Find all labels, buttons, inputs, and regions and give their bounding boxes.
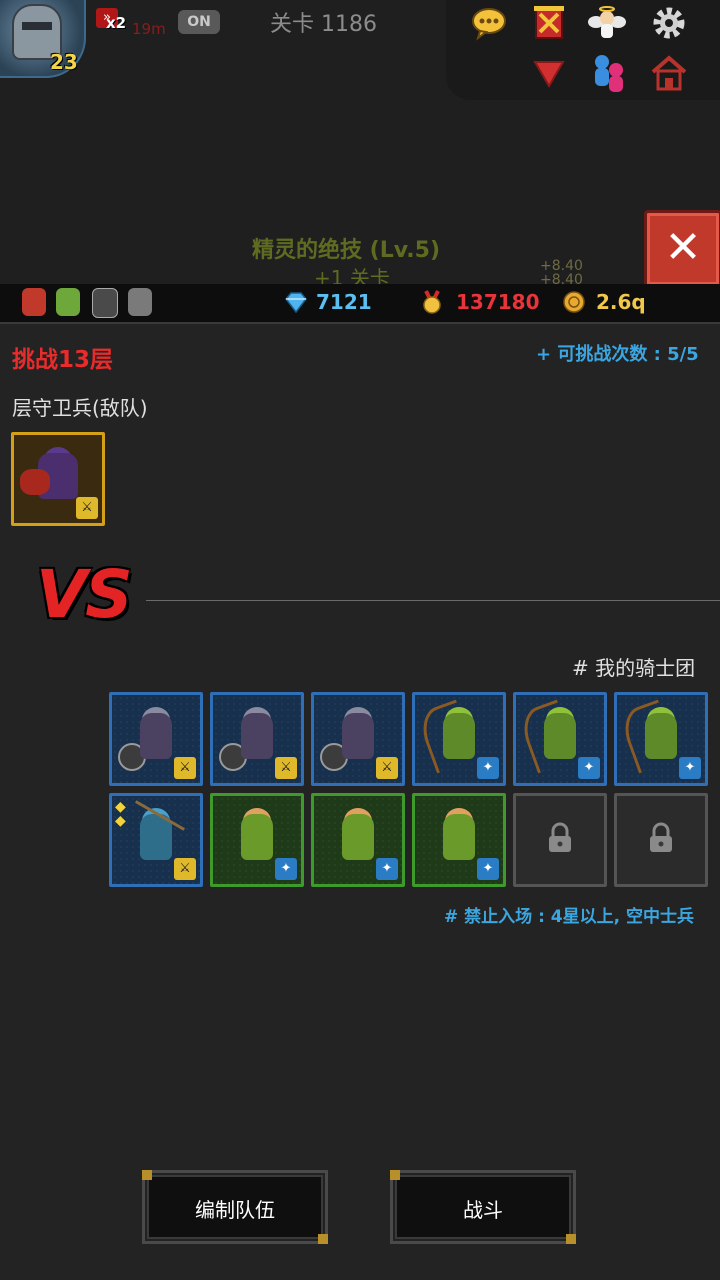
unit-body <box>544 713 576 759</box>
team-unit-card[interactable]: ⚔ <box>210 692 304 786</box>
speed-multiplier: x2 <box>106 14 127 32</box>
house-icon[interactable] <box>650 54 688 92</box>
visor <box>22 22 52 30</box>
speed-timer: 19m <box>132 20 166 38</box>
edit-team-button[interactable]: 编制队伍 <box>142 1170 328 1244</box>
gold-coin-icon <box>562 290 586 314</box>
unit-body <box>645 713 677 759</box>
sword-badge-icon: ⚔ <box>376 757 398 779</box>
enemy-unit-card[interactable]: ⚔ <box>11 432 105 526</box>
stage-title: 关卡 1186 <box>270 12 377 37</box>
challenge-floor-title: 挑战13层 <box>12 347 114 373</box>
auto-toggle[interactable]: ON <box>178 10 220 34</box>
unit-body <box>241 713 273 759</box>
gold-count: 2.6q <box>596 290 646 314</box>
unit-body <box>342 713 374 759</box>
team-unit-card[interactable]: ⚔ <box>311 692 405 786</box>
resource-bar: 7121 137180 2.6q <box>0 284 720 324</box>
team-unit-card[interactable]: ⚔ <box>109 692 203 786</box>
unit-body <box>443 713 475 759</box>
corner-ornament <box>566 1234 576 1244</box>
team-unit-card[interactable]: ✦ <box>513 692 607 786</box>
battle-label: 战斗 <box>463 1198 503 1222</box>
dropdown-arrow-icon[interactable] <box>530 54 568 92</box>
unit-body <box>342 814 374 860</box>
skill-announcement: 精灵的绝技 (Lv.5) <box>252 238 440 263</box>
party-member-icon <box>128 288 152 316</box>
team-unit-card[interactable]: ✦ <box>614 692 708 786</box>
corner-ornament <box>390 1170 400 1180</box>
staff-badge-icon: ✦ <box>578 757 600 779</box>
locked-slot[interactable] <box>614 793 708 887</box>
guild-banner-icon[interactable] <box>530 4 568 42</box>
unit-body <box>443 814 475 860</box>
staff-badge-icon: ✦ <box>477 757 499 779</box>
gem-icon <box>284 290 308 314</box>
staff-badge-icon: ✦ <box>679 757 701 779</box>
medal-icon <box>420 290 444 314</box>
team-unit-card[interactable]: ✦ <box>311 793 405 887</box>
chat-icon[interactable] <box>470 4 508 42</box>
divider <box>146 600 720 601</box>
gear-icon[interactable] <box>650 4 688 42</box>
staff-badge-icon: ✦ <box>275 858 297 880</box>
locked-slot[interactable] <box>513 793 607 887</box>
attempts-counter[interactable]: + 可挑战次数 : 5/5 <box>536 340 699 366</box>
sword-badge-icon: ⚔ <box>174 858 196 880</box>
friends-icon[interactable] <box>590 52 628 92</box>
corner-ornament <box>318 1234 328 1244</box>
sword-badge-icon: ⚔ <box>174 757 196 779</box>
sword-badge-icon: ⚔ <box>275 757 297 779</box>
edit-team-label: 编制队伍 <box>195 1198 275 1222</box>
top-menu-panel <box>446 0 720 100</box>
staff-badge-icon: ✦ <box>477 858 499 880</box>
party-member-icon <box>22 288 46 316</box>
team-unit-card[interactable]: ✦ <box>412 692 506 786</box>
entry-restriction-note: # 禁止入场 : 4星以上, 空中士兵 <box>444 907 695 927</box>
lock-icon <box>549 822 571 852</box>
party-member-icon <box>92 288 118 318</box>
vs-label: VS <box>36 556 133 633</box>
angel-icon[interactable] <box>588 4 626 42</box>
lock-icon <box>650 822 672 852</box>
gem-count: 7121 <box>316 290 372 314</box>
cape <box>20 469 50 495</box>
corner-ornament <box>142 1170 152 1180</box>
enemy-team-label: 层守卫兵(敌队) <box>12 396 148 420</box>
medal-count: 137180 <box>456 290 540 314</box>
staff-badge-icon: ✦ <box>376 858 398 880</box>
close-button[interactable]: ✕ <box>644 210 720 288</box>
my-team-label: # 我的骑士团 <box>572 656 696 680</box>
sword-badge-icon: ⚔ <box>76 497 98 519</box>
unit-body <box>140 713 172 759</box>
unit-body <box>241 814 273 860</box>
party-member-icon <box>56 288 80 316</box>
player-level: 23 <box>50 50 78 74</box>
team-unit-card[interactable]: ✦ <box>412 793 506 887</box>
star-rank-icon: ◆ ◆ <box>115 799 126 829</box>
team-unit-card[interactable]: ◆ ◆ ⚔ <box>109 793 203 887</box>
battle-button[interactable]: 战斗 <box>390 1170 576 1244</box>
team-unit-card[interactable]: ✦ <box>210 793 304 887</box>
